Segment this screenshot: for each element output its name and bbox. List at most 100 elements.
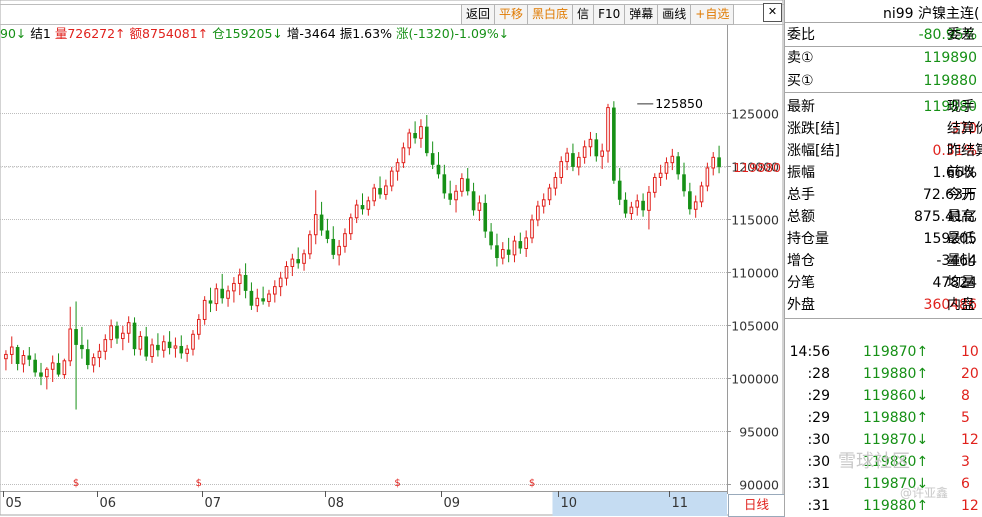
candle-body (15, 347, 20, 364)
candle-body (647, 191, 651, 211)
candle-body (547, 187, 552, 201)
candle-body (553, 177, 558, 189)
candle-body (255, 297, 260, 307)
candle-body (50, 362, 55, 370)
quote-row: 外盘 360486 内盘 (785, 294, 982, 316)
candle-body (506, 249, 511, 255)
candle-body (641, 200, 645, 211)
add-watchlist-button[interactable]: +自选 (690, 4, 735, 25)
f10-button[interactable]: F10 (593, 4, 626, 25)
quote-label-secondary: 昨结算 (947, 143, 982, 159)
candle-body (33, 359, 37, 373)
tick-price: 119880↑ (863, 366, 929, 382)
tick-volume: 3 (961, 454, 970, 470)
candle-body (132, 322, 137, 350)
pan-button[interactable]: 平移 (494, 4, 529, 25)
candle-body (629, 206, 634, 215)
quote-row: 增仓 -3464 量比 (785, 250, 982, 272)
info-button[interactable]: 信 (572, 4, 595, 25)
candlestick-chart[interactable]: 9000095000100000105000110000115000120000… (0, 0, 784, 516)
x-tick-label: 05 (6, 496, 23, 511)
candle-body (652, 177, 657, 193)
candle-body (530, 219, 534, 239)
quote-label: 总手 (787, 187, 815, 203)
tick-time: 14:56 (789, 344, 830, 360)
candle-body (237, 274, 242, 284)
candle-body (541, 199, 546, 207)
x-tick-label: 08 (328, 496, 345, 511)
tick-time: :30 (807, 432, 830, 448)
y-tick-label: 105000 (731, 319, 779, 334)
candle-body (623, 199, 628, 214)
candle-body (571, 153, 575, 167)
quote-value: 119880 (923, 73, 977, 89)
period-label[interactable]: 日线 (728, 494, 785, 517)
candle-body (167, 341, 172, 349)
tick-row[interactable]: :28 119880↑ 20 (785, 363, 982, 385)
candle-body (319, 214, 324, 231)
tick-price: 119860↓ (863, 388, 929, 404)
candle-body (115, 325, 119, 339)
candle-body (4, 353, 8, 360)
info-item: 额8754081↑ (129, 26, 209, 41)
x-tick-label: 11 (672, 496, 689, 511)
y-tick-label: 115000 (731, 213, 779, 228)
quote-label: 委比 (787, 27, 815, 43)
candle-body (483, 202, 488, 232)
chart-panel[interactable]: 90000 95000 100000 105000 110000 115000 120000… (0, 0, 785, 517)
quote-label-secondary: 现手 (947, 99, 975, 115)
candle-body (372, 187, 377, 202)
candle-body (197, 318, 201, 335)
quote-label: 总额 (787, 209, 815, 225)
candle-body (430, 153, 435, 165)
candle-body (103, 339, 108, 352)
tick-time: :29 (807, 410, 830, 426)
tick-row[interactable]: 14:56 119870↑ 10 (785, 341, 982, 363)
candle-body (226, 290, 230, 299)
candle-body (360, 205, 365, 210)
quote-label: 涨幅[结] (787, 143, 840, 159)
candle-body (126, 322, 131, 334)
candle-body (419, 126, 423, 139)
candle-body (243, 274, 248, 291)
tick-time: :31 (807, 476, 830, 492)
quote-label-secondary: 量比 (947, 253, 975, 269)
candle-body (465, 178, 470, 192)
draw-line-button[interactable]: 画线 (657, 4, 692, 25)
tick-row[interactable]: :29 119880↑ 5 (785, 407, 982, 429)
bullet-comments-button[interactable]: 弹幕 (624, 4, 659, 25)
tick-row[interactable]: :29 119860↓ 8 (785, 385, 982, 407)
candle-body (296, 259, 301, 264)
quote-label-secondary: 委差 (947, 27, 975, 43)
tick-time: :31 (807, 498, 830, 514)
candle-body (313, 214, 318, 236)
candle-body (348, 217, 353, 235)
tick-row[interactable]: :31 119880↑ 12 (785, 495, 982, 516)
candle-body (185, 348, 189, 354)
candle-body (688, 191, 692, 210)
tick-time: :28 (807, 366, 830, 382)
x-tick-label: 06 (100, 496, 117, 511)
tick-volume: 6 (961, 476, 970, 492)
quote-value: 119890 (923, 50, 977, 66)
close-icon[interactable]: ✕ (763, 3, 782, 22)
candle-body (436, 164, 441, 175)
candle-body (582, 146, 587, 158)
candle-body (495, 245, 499, 259)
candle-body (699, 185, 704, 203)
candle-body (588, 138, 593, 148)
candle-body (290, 258, 295, 268)
candle-body (612, 107, 616, 181)
info-item: 90↓ (0, 26, 27, 41)
quote-row: 最新 119880 现手 (785, 96, 982, 118)
candle-body (144, 336, 149, 357)
candle-body (156, 344, 160, 351)
event-marker-icon: $ (394, 478, 400, 489)
black-white-bg-button[interactable]: 黑白底 (527, 4, 574, 25)
candle-body (676, 156, 680, 175)
candle-body (97, 350, 102, 359)
tick-row[interactable]: :31 119870↓ 6 (785, 473, 982, 495)
back-button[interactable]: 返回 (461, 4, 496, 25)
candle-body (477, 202, 482, 211)
tick-volume: 10 (961, 344, 979, 360)
